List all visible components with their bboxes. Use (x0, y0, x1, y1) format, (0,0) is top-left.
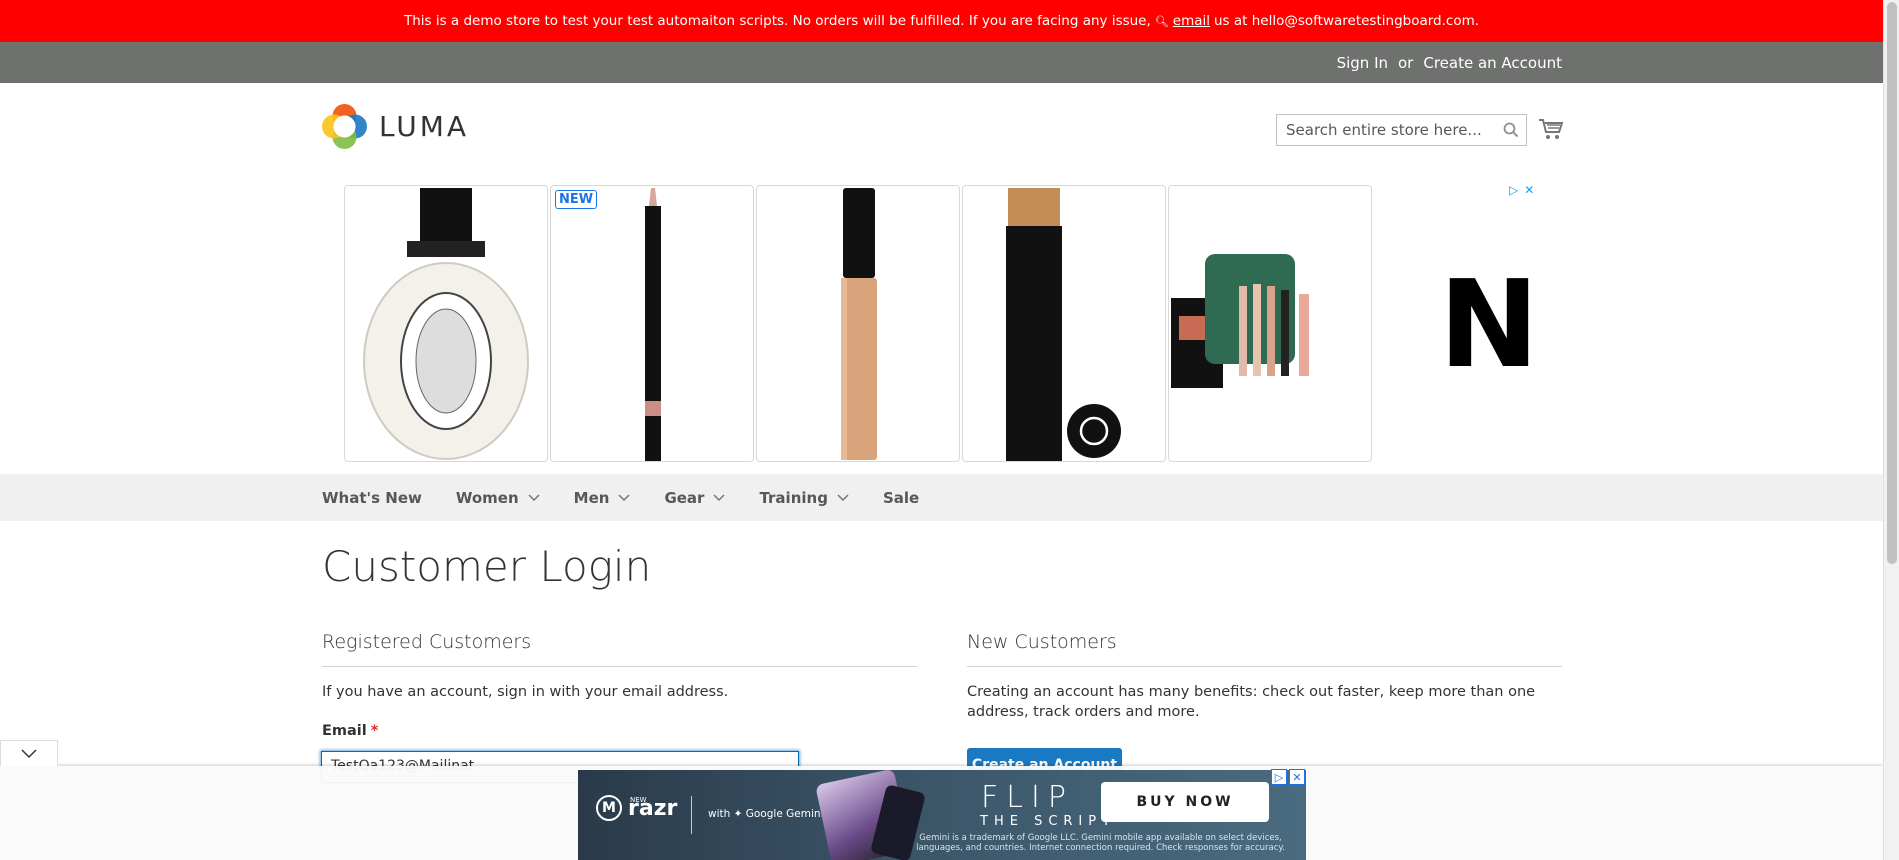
chevron-down-icon (21, 748, 37, 758)
gemini-partner: with ✦ Google Gemini (708, 808, 824, 820)
new-customers-divider (967, 666, 1562, 667)
notice-text-after: us at hello@softwaretestingboard.com. (1214, 13, 1480, 29)
collapse-ad-tab[interactable] (0, 740, 58, 766)
luma-logo-icon (322, 104, 367, 149)
nav-menu: What's New Women Men Gear Training Sale (322, 474, 953, 521)
nav-item-women[interactable]: Women (456, 489, 540, 507)
ad-banner[interactable]: NEW N ▷ ✕ (344, 183, 1544, 463)
nav-item-gear[interactable]: Gear (664, 489, 725, 507)
demo-notice-bar: This is a demo store to test your test a… (0, 0, 1883, 42)
key-icon: 🔍︎ (1154, 14, 1169, 28)
sign-in-link[interactable]: Sign In (1337, 54, 1388, 72)
logo[interactable]: LUMA (322, 104, 469, 149)
razr-logo: Mrazr (596, 795, 677, 821)
nav-label: Gear (664, 488, 705, 507)
nav-label: Women (455, 488, 519, 507)
new-customers-text: Creating an account has many benefits: c… (967, 684, 1536, 720)
ad-new-badge: NEW (555, 190, 598, 209)
ad-subline: THE SCRIPT (980, 814, 1117, 829)
registered-intro: If you have an account, sign in with you… (322, 684, 729, 700)
registered-customers-title: Registered Customers (322, 631, 532, 653)
ad-fine-print: Gemini is a trademark of Google LLC. Gem… (916, 833, 1285, 853)
header-links: Sign In or Create an Account (1337, 42, 1562, 83)
ad-separator (691, 796, 692, 834)
ad-brand-logo[interactable]: N (1399, 215, 1579, 435)
nav-label: What's New (322, 488, 422, 507)
ad-tile-makeup-kit[interactable] (1168, 185, 1372, 462)
required-mark: * (370, 723, 379, 739)
ad-headline: FLIP (981, 780, 1074, 815)
ad-tile-lip-liner[interactable]: NEW (550, 185, 754, 462)
adchoices-icon[interactable]: ▷ (1509, 183, 1518, 197)
vertical-scrollbar[interactable] (1883, 0, 1899, 860)
notice-text-before: This is a demo store to test your test a… (403, 13, 1151, 29)
search-input[interactable]: Search entire store here... (1276, 114, 1527, 146)
cart-icon[interactable] (1538, 117, 1564, 141)
registered-divider (322, 666, 917, 667)
page-title: Customer Login (322, 542, 652, 591)
search-placeholder: Search entire store here... (1286, 121, 1482, 139)
search-icon[interactable] (1496, 115, 1526, 145)
chevron-down-icon (837, 493, 849, 501)
chevron-down-icon (528, 493, 540, 501)
bottom-ad-banner[interactable]: NEW Mrazr with ✦ Google Gemini FLIP THE … (578, 770, 1306, 860)
ad-tile-perfume[interactable] (344, 185, 548, 462)
motorola-icon: M (596, 795, 622, 821)
new-customers-title: New Customers (967, 631, 1117, 653)
buy-now-button[interactable]: BUY NOW (1101, 782, 1269, 822)
nav-item-men[interactable]: Men (574, 489, 631, 507)
chevron-down-icon (618, 493, 630, 501)
notice-email-link[interactable]: email (1173, 13, 1210, 29)
ad-tile-foundation-stick[interactable] (962, 185, 1166, 462)
create-account-link[interactable]: Create an Account (1423, 54, 1562, 72)
chevron-down-icon (713, 493, 725, 501)
nav-item-training[interactable]: Training (759, 488, 849, 507)
header-panel: Sign In or Create an Account (0, 42, 1883, 83)
razr-brand: razr (628, 795, 678, 821)
ad-close-icon[interactable]: ✕ (1524, 183, 1534, 197)
email-label: Email * (322, 723, 378, 739)
email-label-text: Email (322, 723, 367, 739)
scrollbar-thumb[interactable] (1887, 2, 1897, 564)
bottom-ad-controls: ▷ ✕ (1271, 769, 1305, 785)
nav-label: Training (759, 488, 828, 507)
ad-close-icon[interactable]: ✕ (1289, 769, 1305, 785)
ad-tile-concealer[interactable] (756, 185, 960, 462)
nav-label: Men (573, 488, 610, 507)
logo-text: LUMA (379, 110, 470, 143)
adchoices-icon[interactable]: ▷ (1271, 769, 1287, 785)
ad-controls: ▷ ✕ (1509, 183, 1534, 197)
or-separator: or (1398, 53, 1414, 72)
main-navigation: What's New Women Men Gear Training Sale (0, 474, 1883, 521)
nav-item-whats-new[interactable]: What's New (322, 489, 422, 507)
nav-item-sale[interactable]: Sale (883, 489, 919, 507)
nav-label: Sale (882, 488, 920, 507)
